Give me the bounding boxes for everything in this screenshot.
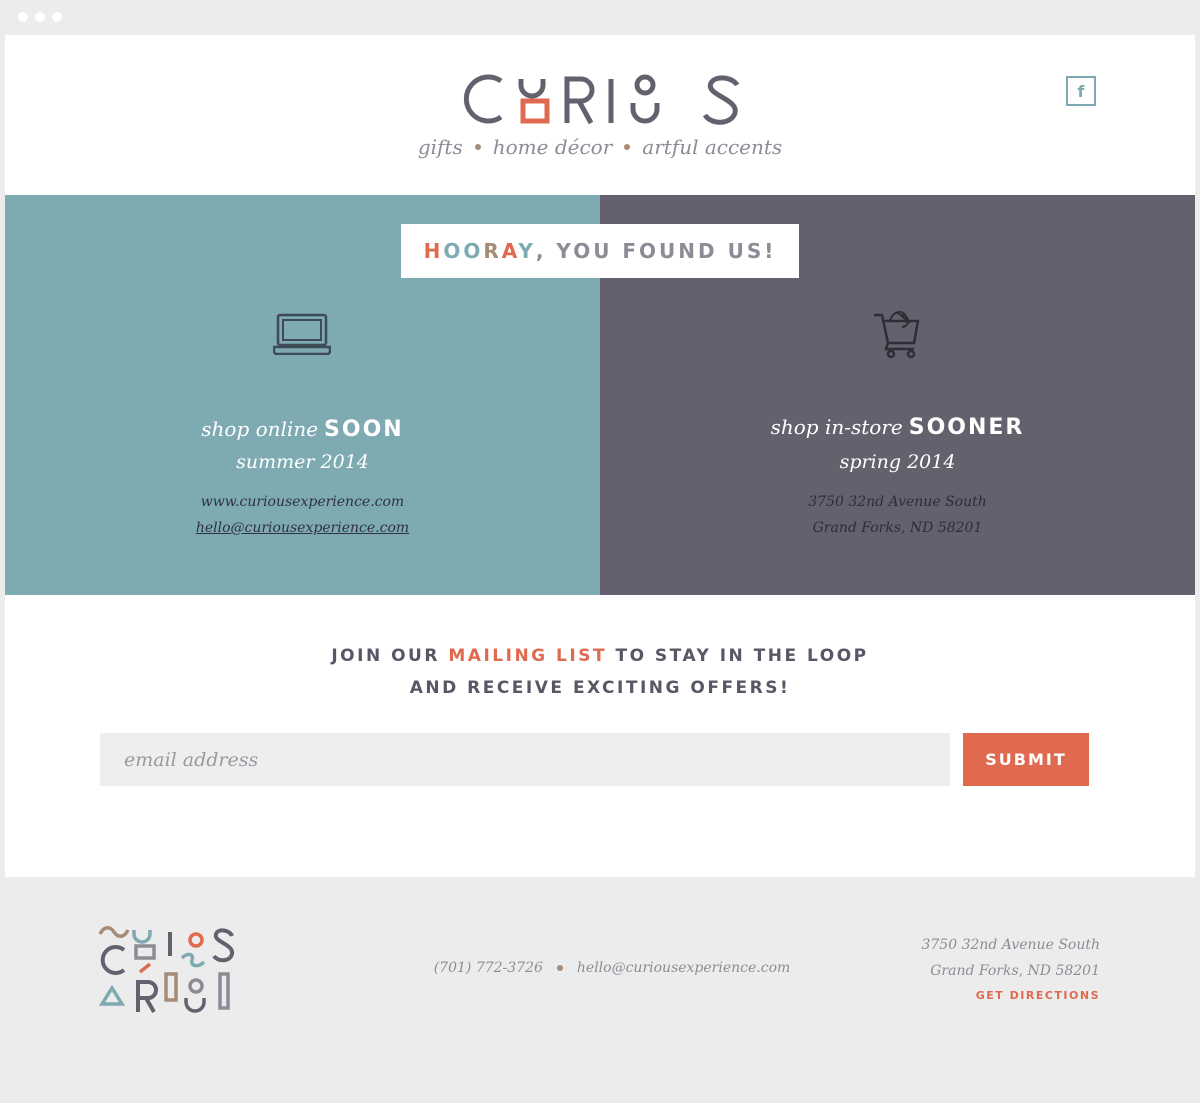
instore-season: spring 2014 xyxy=(839,451,956,473)
tagline: gifts home décor artful accents xyxy=(5,135,1195,159)
hooray-letter: H xyxy=(423,239,444,263)
email-address-input[interactable] xyxy=(100,733,950,786)
footer-address-line2: Grand Forks, ND 58201 xyxy=(930,963,1100,979)
store-address-line2: Grand Forks, ND 58201 xyxy=(812,520,983,536)
shop-instore-status: SOONER xyxy=(908,415,1025,440)
store-address-line1: 3750 32nd Avenue South xyxy=(808,494,987,510)
site-header: gifts home décor artful accents f xyxy=(5,35,1195,195)
bullet-separator xyxy=(556,965,563,971)
mailing-line2: AND RECEIVE EXCITING OFFERS! xyxy=(409,678,791,698)
mailing-line1-post: TO STAY IN THE LOOP xyxy=(615,646,869,666)
get-directions-link[interactable]: GET DIRECTIONS xyxy=(976,989,1100,1002)
shop-instore-heading: shop in-store SOONER xyxy=(600,415,1195,440)
mailing-line1-pre: JOIN OUR xyxy=(331,646,440,666)
submit-button[interactable]: SUBMIT xyxy=(963,733,1089,786)
email-link-wrap: hello@curiousexperience.com xyxy=(5,520,600,536)
website-url: www.curiousexperience.com xyxy=(200,494,405,510)
shop-instore-label: shop in-store xyxy=(770,415,903,439)
window-dot xyxy=(18,12,28,22)
shop-panels: shop online SOON summer 2014 www.curiouse… xyxy=(5,195,1195,595)
shopping-cart-icon xyxy=(874,311,920,359)
mailing-list-accent: MAILING LIST xyxy=(448,646,608,666)
hooray-colored-word: HOORAY xyxy=(424,239,536,263)
browser-window-controls xyxy=(18,12,62,22)
footer-address: 3750 32nd Avenue South Grand Forks, ND 5… xyxy=(921,932,1100,984)
mailing-list-heading: JOIN OUR MAILING LIST TO STAY IN THE LOO… xyxy=(5,640,1195,704)
email-link[interactable]: hello@curiousexperience.com xyxy=(196,520,409,536)
hooray-letter: A xyxy=(501,239,519,263)
curios-logo[interactable] xyxy=(463,73,747,129)
footer-phone[interactable]: (701) 772-3726 xyxy=(434,960,543,976)
hooray-letter: R xyxy=(483,239,502,263)
window-dot xyxy=(35,12,45,22)
hooray-banner: HOORAY, YOU FOUND US! xyxy=(401,224,799,278)
tagline-item: home décor xyxy=(492,135,613,159)
shop-online-status: SOON xyxy=(324,417,404,442)
bullet-separator xyxy=(624,143,631,150)
bullet-separator xyxy=(474,143,481,150)
footer-email[interactable]: hello@curiousexperience.com xyxy=(577,960,790,976)
footer-address-line1: 3750 32nd Avenue South xyxy=(921,937,1100,953)
laptop-icon xyxy=(273,313,331,355)
tagline-item: artful accents xyxy=(642,135,783,159)
shop-online-heading: shop online SOON xyxy=(5,417,600,442)
online-season: summer 2014 xyxy=(236,451,369,473)
page-content: gifts home décor artful accents f shop onl… xyxy=(5,35,1195,877)
hooray-letter: O xyxy=(443,239,464,263)
hooray-letter: O xyxy=(463,239,484,263)
facebook-icon: f xyxy=(1077,81,1085,101)
window-dot xyxy=(52,12,62,22)
hooray-rest: , YOU FOUND US! xyxy=(535,239,777,263)
mailing-line1: JOIN OUR MAILING LIST TO STAY IN THE LOO… xyxy=(5,640,1195,672)
tagline-item: gifts xyxy=(417,135,463,159)
hooray-letter: Y xyxy=(518,239,536,263)
facebook-button[interactable]: f xyxy=(1066,76,1096,106)
shop-online-label: shop online xyxy=(201,417,319,441)
